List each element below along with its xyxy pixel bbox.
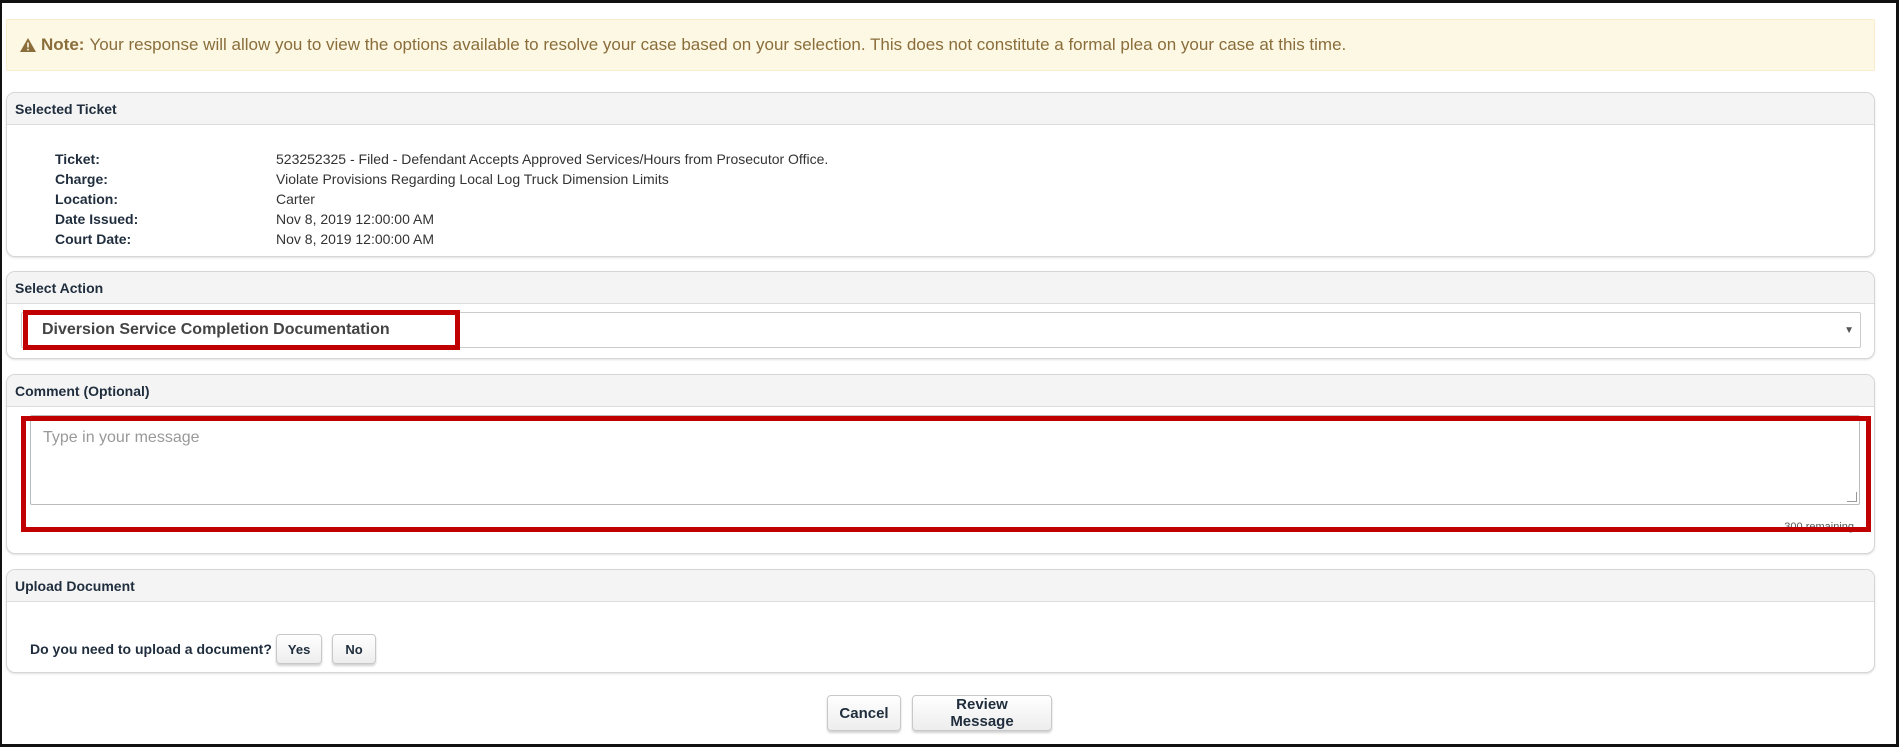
ticket-row: Ticket: 523252325 - Filed - Defendant Ac… [55, 149, 828, 169]
court-date-value: Nov 8, 2019 12:00:00 AM [276, 231, 434, 247]
upload-heading: Upload Document [7, 570, 1874, 602]
selected-ticket-heading: Selected Ticket [7, 93, 1874, 125]
select-action-heading: Select Action [7, 272, 1874, 304]
upload-question-row: Do you need to upload a document? Yes No [30, 634, 376, 664]
upload-question: Do you need to upload a document? [30, 641, 272, 657]
no-button[interactable]: No [332, 634, 376, 664]
review-message-button[interactable]: Review Message [912, 695, 1052, 731]
selected-ticket-panel: Selected Ticket Ticket: 523252325 - File… [6, 92, 1875, 257]
comment-panel: Comment (Optional) Type in your message … [6, 374, 1875, 554]
comment-textarea[interactable]: Type in your message [30, 415, 1860, 505]
court-date-label: Court Date: [55, 231, 132, 247]
date-issued-row: Date Issued: Nov 8, 2019 12:00:00 AM [55, 209, 828, 229]
court-date-row: Court Date: Nov 8, 2019 12:00:00 AM [55, 229, 828, 249]
date-issued-label: Date Issued: [55, 211, 139, 227]
charge-row: Charge: Violate Provisions Regarding Loc… [55, 169, 828, 189]
ticket-value: 523252325 - Filed - Defendant Accepts Ap… [276, 151, 829, 167]
note-text: Your response will allow you to view the… [89, 35, 1347, 54]
warning-icon [20, 38, 36, 52]
select-action-panel: Select Action Diversion Service Completi… [6, 271, 1875, 359]
charge-label: Charge: [55, 171, 108, 187]
yes-button[interactable]: Yes [275, 634, 323, 664]
upload-panel: Upload Document Do you need to upload a … [6, 569, 1875, 673]
comment-heading: Comment (Optional) [7, 375, 1874, 407]
location-label: Location: [55, 191, 118, 207]
ticket-details: Ticket: 523252325 - Filed - Defendant Ac… [55, 149, 828, 249]
resize-grip-icon[interactable] [1847, 492, 1857, 502]
note-label: Note: [41, 35, 85, 54]
action-select[interactable]: Diversion Service Completion Documentati… [21, 312, 1861, 348]
charge-value: Violate Provisions Regarding Local Log T… [276, 171, 669, 187]
action-select-value: Diversion Service Completion Documentati… [42, 321, 390, 338]
cancel-button[interactable]: Cancel [827, 695, 901, 731]
note-alert: Note: Your response will allow you to vi… [6, 19, 1875, 71]
chars-remaining: 300 remaining [1784, 521, 1854, 533]
date-issued-value: Nov 8, 2019 12:00:00 AM [276, 211, 434, 227]
comment-placeholder: Type in your message [43, 429, 200, 446]
location-value: Carter [276, 191, 315, 207]
location-row: Location: Carter [55, 189, 828, 209]
chevron-down-icon[interactable]: ▼ [1844, 325, 1854, 336]
ticket-label: Ticket: [55, 151, 100, 167]
